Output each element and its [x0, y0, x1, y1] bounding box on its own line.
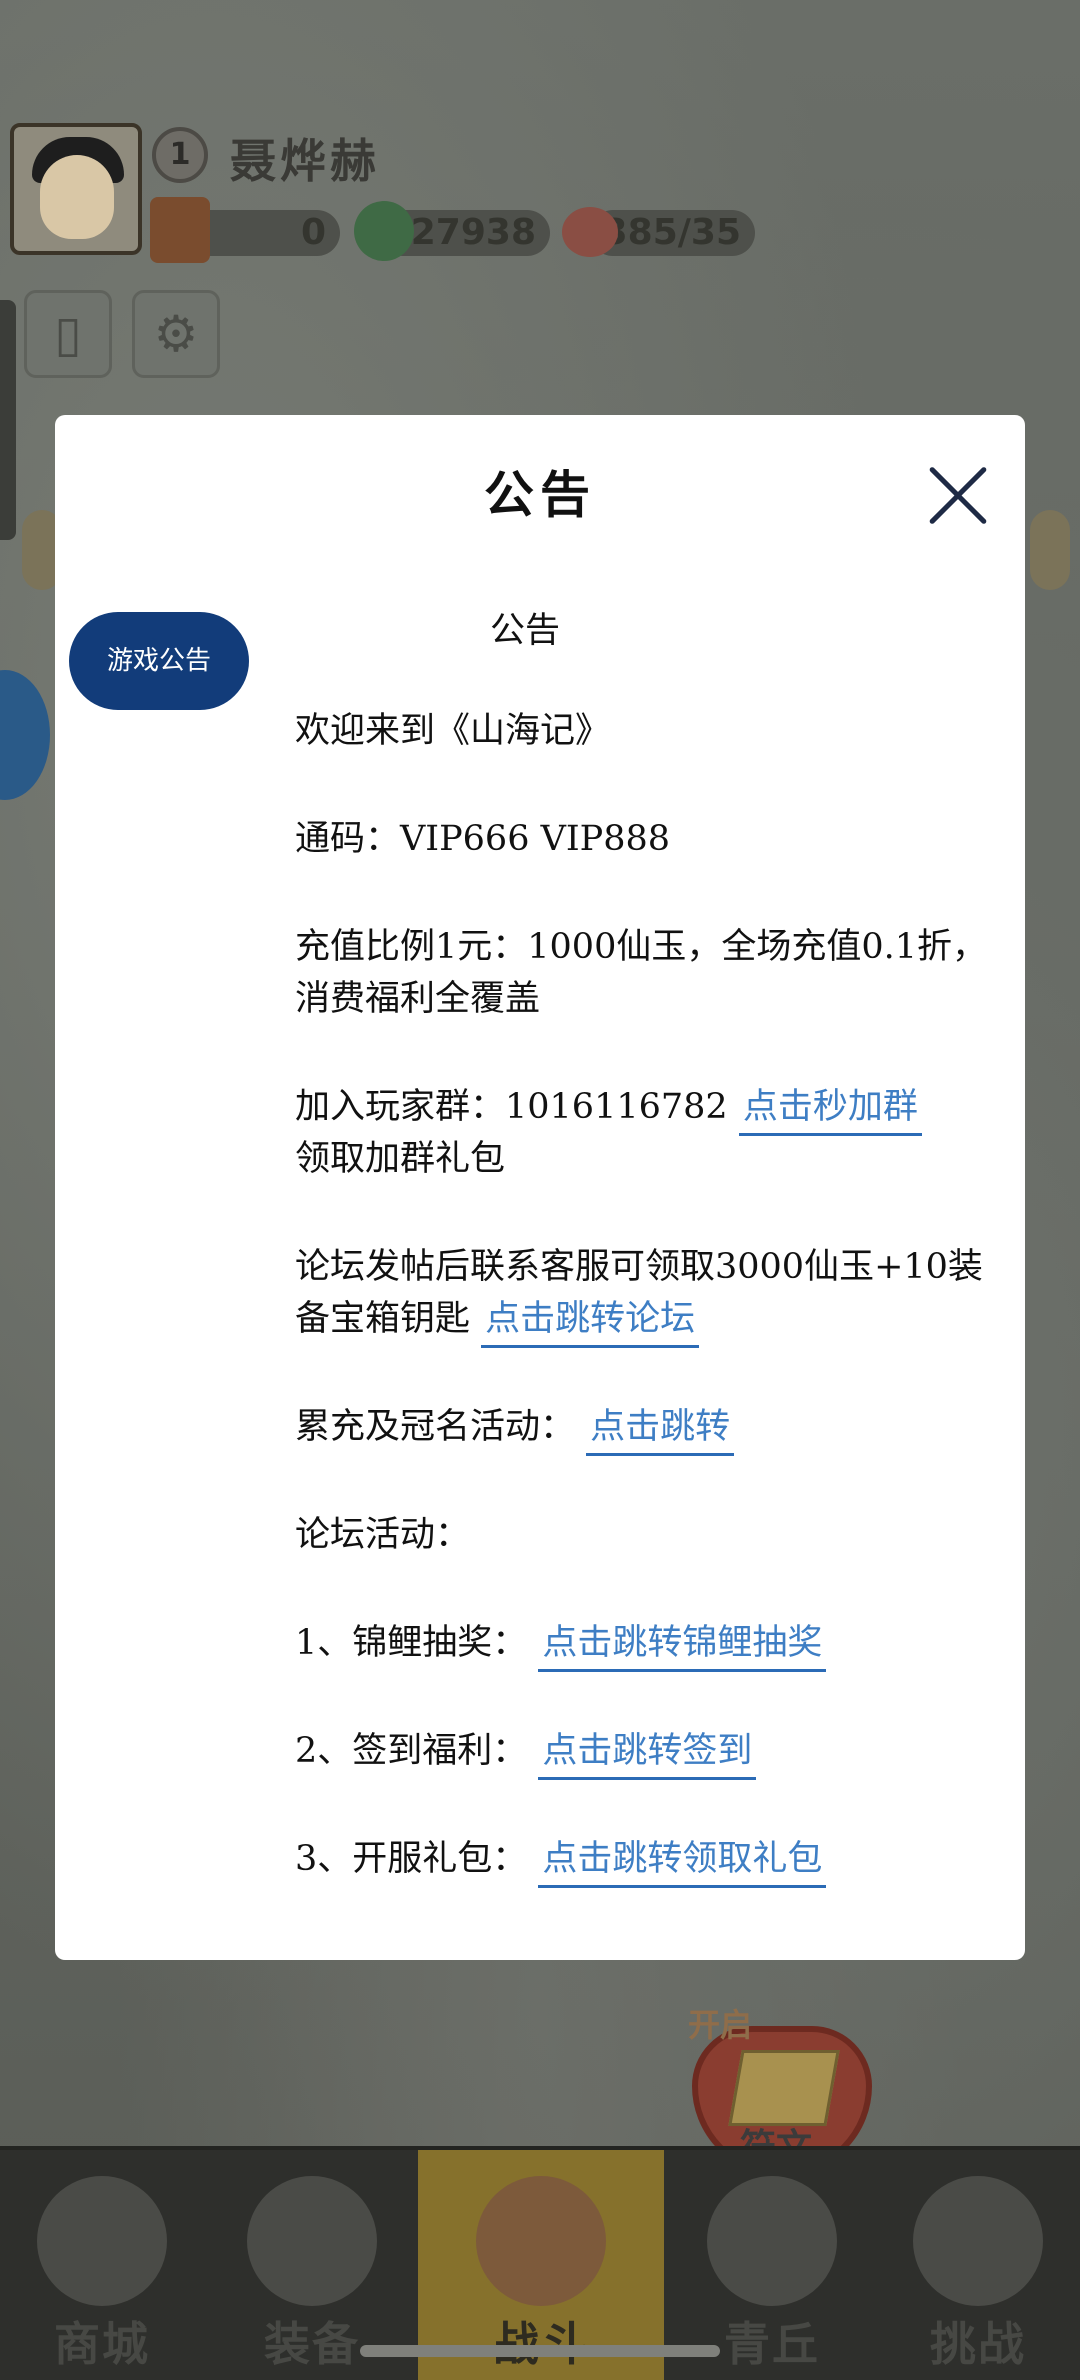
nav-label: 挑战: [930, 2317, 1026, 2371]
jade-dragon-icon: [354, 201, 414, 261]
player-avatar[interactable]: [10, 123, 142, 255]
group-text: 加入玩家群：1016116782: [295, 1087, 728, 1127]
forum-events-heading: 论坛活动：: [295, 1515, 471, 1555]
red-envelope-icon: [150, 197, 210, 263]
shop-icon: [37, 2176, 167, 2306]
player-hud: 1 聂烨赫 0 27938 385/35: [0, 115, 780, 265]
nav-item-challenge[interactable]: 挑战: [876, 2150, 1080, 2380]
resource-value: 27938: [410, 212, 536, 253]
nav-item-shop[interactable]: 商城: [0, 2150, 204, 2380]
resource-value: 385/35: [602, 212, 741, 253]
resource-value: 0: [300, 212, 326, 253]
group-reward-text: 领取加群礼包: [295, 1139, 506, 1179]
group-paragraph: 加入玩家群：1016116782 点击秒加群 领取加群礼包: [295, 1081, 995, 1185]
nav-label: 装备: [264, 2317, 360, 2371]
nav-label: 青丘: [724, 2317, 820, 2371]
dialog-title: 公告: [484, 465, 596, 524]
crossed-swords-icon: [476, 2176, 606, 2306]
cumulative-link[interactable]: 点击跳转: [586, 1407, 735, 1456]
event-koi-text: 1、锦鲤抽奖：: [295, 1623, 528, 1663]
peach-icon: [562, 207, 618, 257]
announcement-dialog: 公告 游戏公告 公告 欢迎来到《山海记》 通码：VIP666 VIP888 充值…: [55, 415, 1025, 1960]
event-gift-paragraph: 3、开服礼包： 点击跳转领取礼包: [295, 1833, 995, 1888]
forum-paragraph: 论坛发帖后联系客服可领取3000仙玉+10装备宝箱钥匙 点击跳转论坛: [295, 1241, 995, 1348]
gift-pack-link[interactable]: 点击跳转领取礼包: [538, 1839, 827, 1888]
cumulative-text: 累充及冠名活动：: [295, 1407, 576, 1447]
settings-gear-icon[interactable]: ⚙: [132, 290, 220, 378]
left-edge-tab[interactable]: [0, 300, 16, 540]
event-koi-paragraph: 1、锦鲤抽奖： 点击跳转锦鲤抽奖: [295, 1617, 995, 1672]
ratio-text: 充值比例1元：1000仙玉，全场充值0.1折，消费福利全覆盖: [295, 927, 988, 1019]
orb-icon: [913, 2176, 1043, 2306]
home-indicator[interactable]: [360, 2345, 720, 2357]
codes-text: 通码：VIP666 VIP888: [295, 819, 671, 859]
nav-label: 商城: [54, 2317, 150, 2371]
forum-link[interactable]: 点击跳转论坛: [481, 1299, 700, 1348]
event-signin-text: 2、签到福利：: [295, 1731, 528, 1771]
rune-tiles-icon: [728, 2050, 840, 2126]
koi-lottery-link[interactable]: 点击跳转锦鲤抽奖: [538, 1623, 827, 1672]
signin-link[interactable]: 点击跳转签到: [538, 1731, 757, 1780]
join-group-link[interactable]: 点击秒加群: [738, 1087, 922, 1136]
avatar-face: [40, 155, 114, 239]
level-badge: 1: [152, 127, 208, 183]
right-ornament-icon: [1030, 510, 1070, 590]
helmet-icon: [247, 2176, 377, 2306]
cumulative-paragraph: 累充及冠名活动： 点击跳转: [295, 1401, 995, 1456]
card-tool-button[interactable]: ▯: [24, 290, 112, 378]
welcome-text: 欢迎来到《山海记》: [295, 711, 611, 751]
tab-game-announcement[interactable]: 游戏公告: [69, 612, 249, 710]
event-signin-paragraph: 2、签到福利： 点击跳转签到: [295, 1725, 995, 1780]
nav-label: 战斗: [493, 2317, 589, 2371]
close-icon[interactable]: [923, 460, 993, 530]
rune-open-badge: 开启: [688, 2006, 753, 2044]
announcement-content: 公告 欢迎来到《山海记》 通码：VIP666 VIP888 充值比例1元：100…: [295, 605, 995, 1941]
announcement-subtitle: 公告: [489, 611, 560, 651]
event-gift-text: 3、开服礼包：: [295, 1839, 528, 1879]
mountain-icon: [707, 2176, 837, 2306]
player-name: 聂烨赫: [230, 134, 380, 188]
